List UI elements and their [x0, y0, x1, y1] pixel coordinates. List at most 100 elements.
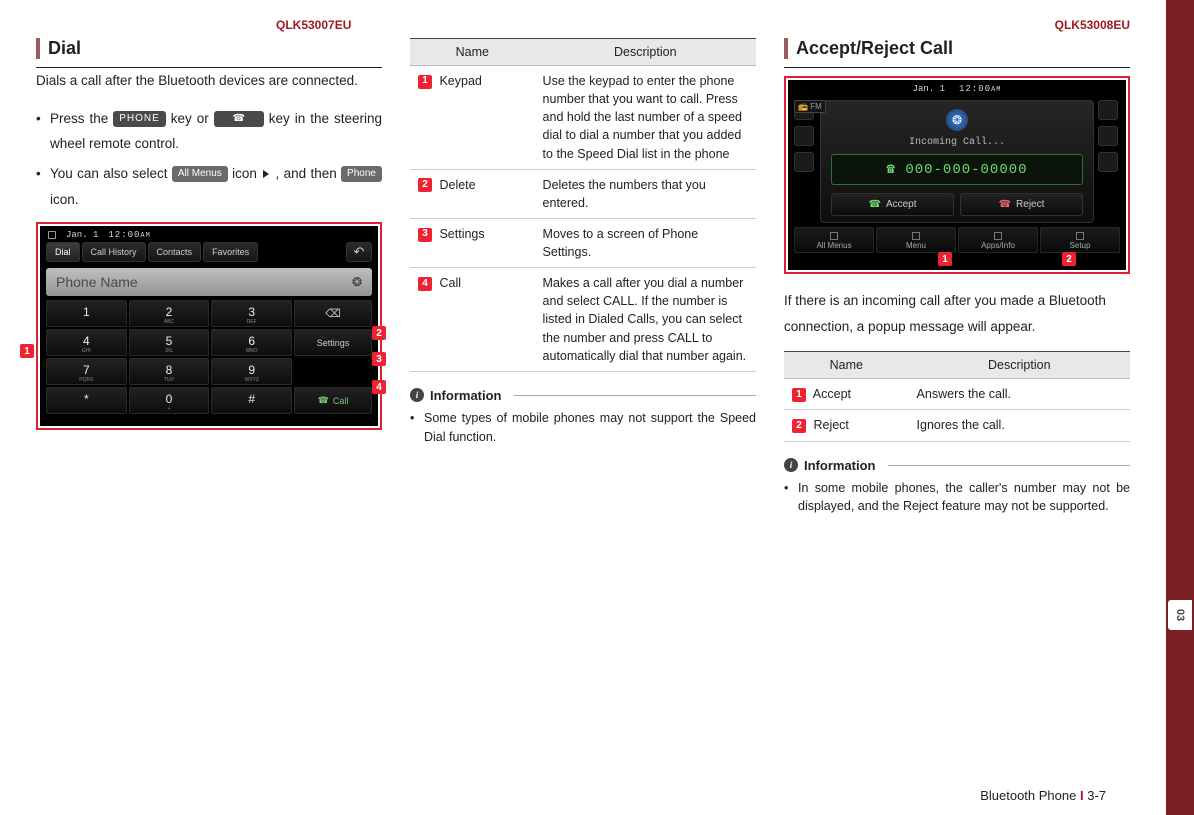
tab-favorites[interactable]: Favorites [203, 242, 258, 262]
information-block-2: i Information In some mobile phones, the… [784, 458, 1130, 517]
cell-name: 4 Call [410, 268, 535, 372]
keypad-row: 7PQRS8TUV9WXYZ [40, 358, 378, 385]
nav-menu[interactable]: Menu [876, 227, 956, 253]
cell-name: 3 Settings [410, 218, 535, 267]
keypad-row: 4GHI5JKL6MNOSettings [40, 329, 378, 356]
grid-icon [830, 232, 838, 240]
column-dial: Dial Dials a call after the Bluetooth de… [36, 38, 382, 516]
side-slot [794, 152, 814, 172]
dial-intro: Dials a call after the Bluetooth devices… [36, 68, 382, 94]
info-rule [514, 395, 757, 396]
info-title: Information [804, 458, 876, 473]
nav-apps-info[interactable]: Apps/Info [958, 227, 1038, 253]
phone-icon: ☎ [318, 395, 329, 406]
keypad-key[interactable]: 2ABC [129, 300, 210, 327]
information-header: i Information [784, 458, 1130, 473]
num-badge: 4 [418, 277, 432, 291]
accept-button[interactable]: ☎Accept [831, 193, 954, 216]
phone-accept-icon: ☎ [868, 199, 880, 210]
keypad-key[interactable]: 0+ [129, 387, 210, 414]
side-slot [1098, 152, 1118, 172]
nav-all-menus[interactable]: All Menus [794, 227, 874, 253]
status-date: Jan. 1 [913, 84, 945, 94]
keypad-key[interactable]: 4GHI [46, 329, 127, 356]
keypad-key[interactable]: 8TUV [129, 358, 210, 385]
section-header-accept: Accept/Reject Call [784, 38, 1130, 59]
cell-desc: Deletes the numbers that you entered. [535, 169, 756, 218]
doc-code-row: QLK53007EU QLK53008EU [36, 18, 1130, 32]
tab-dial[interactable]: Dial [46, 242, 80, 262]
side-slot [1098, 126, 1118, 146]
keypad-key[interactable]: * [46, 387, 127, 414]
phone-name-label: Phone Name [56, 274, 138, 290]
table-row: 1 KeypadUse the keypad to enter the phon… [410, 66, 756, 170]
tab-call-history[interactable]: Call History [82, 242, 146, 262]
call-key-chip: ☎ [214, 111, 264, 127]
information-header: i Information [410, 388, 756, 403]
column-table: Name Description 1 KeypadUse the keypad … [410, 38, 756, 516]
info-title: Information [430, 388, 502, 403]
keypad-key[interactable]: 7PQRS [46, 358, 127, 385]
accept-intro: If there is an incoming call after you m… [784, 288, 1130, 339]
status-bar: Jan. 1 12:00AM [40, 226, 378, 242]
screen-tabs: Dial Call History Contacts Favorites ↶ [40, 242, 378, 266]
cell-name: 2 Delete [410, 169, 535, 218]
info-item: In some mobile phones, the caller's numb… [784, 479, 1130, 517]
information-block-1: i Information Some types of mobile phone… [410, 388, 756, 447]
column-accept-reject: Accept/Reject Call Jan. 1 12:00AM 📻 FM [784, 38, 1130, 516]
side-bar: 03 [1166, 0, 1194, 815]
incoming-button-row: ☎Accept ☎Reject [831, 193, 1083, 216]
gear-icon [1076, 232, 1084, 240]
rule [784, 67, 1130, 68]
section-title: Dial [48, 38, 382, 59]
status-time: 12:00AM [959, 84, 1001, 94]
side-slot [794, 126, 814, 146]
all-menus-chip: All Menus [172, 166, 228, 182]
triangle-right-icon [263, 170, 269, 178]
th-name: Name [410, 39, 535, 66]
status-time: 12:00AM [108, 230, 150, 240]
dial-table: Name Description 1 KeypadUse the keypad … [410, 38, 756, 372]
keypad-key[interactable]: 5JKL [129, 329, 210, 356]
phone-key-chip: PHONE [113, 111, 166, 127]
table-row: 4 CallMakes a call after you dial a numb… [410, 268, 756, 372]
footer-section: Bluetooth Phone [980, 788, 1076, 803]
incoming-screenshot-frame: Jan. 1 12:00AM 📻 FM ❂ [784, 76, 1130, 274]
page-footer: Bluetooth Phone I 3-7 [980, 788, 1106, 803]
delete-button[interactable]: ⌫ [294, 300, 372, 327]
phone-name-bar: Phone Name ❂ [46, 268, 372, 296]
incoming-screenshot: Jan. 1 12:00AM 📻 FM ❂ [788, 80, 1126, 270]
keypad-row: 12ABC3DEF⌫ [40, 300, 378, 327]
num-badge: 1 [418, 75, 432, 89]
table-row: 2 DeleteDeletes the numbers that you ent… [410, 169, 756, 218]
keypad-key[interactable]: # [211, 387, 292, 414]
num-badge: 3 [418, 228, 432, 242]
call-button[interactable]: ☎Call [294, 387, 372, 414]
keypad-key[interactable]: 1 [46, 300, 127, 327]
incoming-popup: ❂ Incoming Call... ☎ 000-000-00000 ☎Acce… [820, 100, 1094, 223]
page: QLK53007EU QLK53008EU Dial Dials a call … [0, 0, 1194, 815]
doc-code-left: QLK53007EU [276, 18, 351, 32]
settings-button[interactable]: Settings [294, 329, 372, 356]
section-header-dial: Dial [36, 38, 382, 59]
num-badge: 2 [418, 178, 432, 192]
fm-badge: 📻 FM [794, 100, 826, 113]
th-desc: Description [535, 39, 756, 66]
callout-1: 1 [20, 344, 34, 358]
nav-setup[interactable]: Setup [1040, 227, 1120, 253]
keypad-key[interactable]: 3DEF [211, 300, 292, 327]
phone-reject-icon: ☎ [999, 199, 1011, 210]
back-button[interactable]: ↶ [346, 242, 372, 262]
status-date: Jan. 1 [66, 230, 98, 240]
bluetooth-icon: ❂ [352, 275, 362, 289]
tab-contacts[interactable]: Contacts [148, 242, 202, 262]
side-slot [1098, 100, 1118, 120]
num-badge: 2 [792, 419, 806, 433]
th-name: Name [784, 352, 909, 379]
step-all-menus: You can also select All Menus icon , and… [36, 161, 382, 212]
columns: Dial Dials a call after the Bluetooth de… [36, 38, 1130, 516]
reject-button[interactable]: ☎Reject [960, 193, 1083, 216]
keypad-key[interactable]: 9WXYZ [211, 358, 292, 385]
keypad-key[interactable]: 6MNO [211, 329, 292, 356]
doc-code-right: QLK53008EU [1055, 18, 1130, 32]
